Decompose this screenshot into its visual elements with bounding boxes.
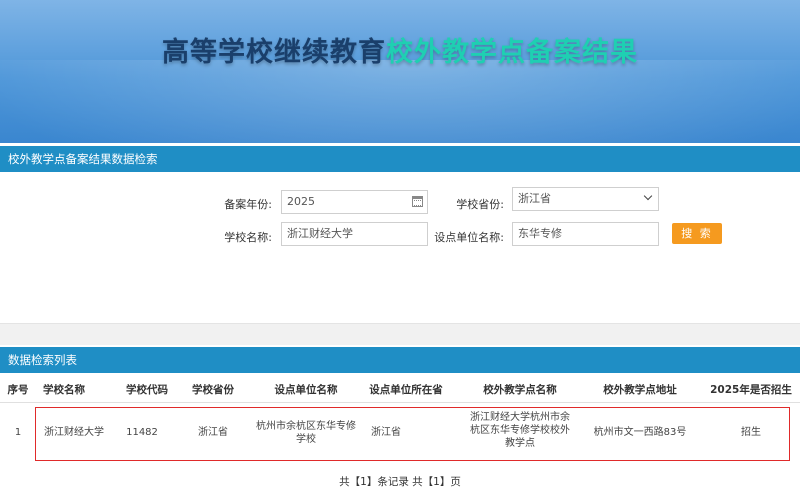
year-label: 备案年份: — [224, 198, 272, 211]
chevron-down-icon — [643, 191, 653, 201]
header-banner: 高等学校继续教育校外教学点备案结果 — [0, 0, 800, 143]
results-section-title: 数据检索列表 — [0, 347, 800, 373]
calendar-icon[interactable] — [412, 196, 423, 207]
province-value: 浙江省 — [518, 192, 551, 205]
table-header: 序号 学校名称 学校代码 学校省份 设点单位名称 设点单位所在省 校外教学点名称… — [0, 377, 800, 403]
unit-name-input[interactable]: 东华专修 — [512, 222, 659, 246]
school-label: 学校名称: — [224, 231, 272, 244]
col-code: 学校代码 — [126, 384, 168, 396]
title-part1: 高等学校继续教育 — [162, 37, 386, 68]
search-button[interactable]: 搜 索 — [672, 223, 722, 244]
col-unit-province: 设点单位所在省 — [369, 384, 443, 396]
year-value: 2025 — [287, 195, 315, 208]
row-highlight-box — [35, 407, 790, 461]
col-index: 序号 — [7, 384, 29, 396]
page-title: 高等学校继续教育校外教学点备案结果 — [0, 30, 800, 69]
unit-value: 东华专修 — [518, 227, 562, 240]
unit-label: 设点单位名称: — [434, 231, 504, 244]
pagination-info: 共【1】条记录 共【1】页 — [339, 476, 461, 488]
school-value: 浙江财经大学 — [287, 227, 353, 240]
title-part2: 校外教学点备案结果 — [386, 37, 638, 68]
province-select[interactable]: 浙江省 — [512, 187, 659, 211]
col-school: 学校名称 — [43, 384, 85, 396]
section-divider — [0, 323, 800, 345]
cell-index: 1 — [14, 427, 22, 438]
col-unit: 设点单位名称 — [274, 384, 338, 396]
province-label: 学校省份: — [456, 198, 504, 211]
col-province: 学校省份 — [192, 384, 234, 396]
school-name-input[interactable]: 浙江财经大学 — [281, 222, 428, 246]
search-section-title: 校外教学点备案结果数据检索 — [0, 146, 800, 172]
year-input[interactable]: 2025 — [281, 190, 428, 214]
col-address: 校外教学点地址 — [603, 384, 677, 396]
col-site: 校外教学点名称 — [483, 384, 557, 396]
col-enroll: 2025年是否招生 — [710, 384, 792, 396]
